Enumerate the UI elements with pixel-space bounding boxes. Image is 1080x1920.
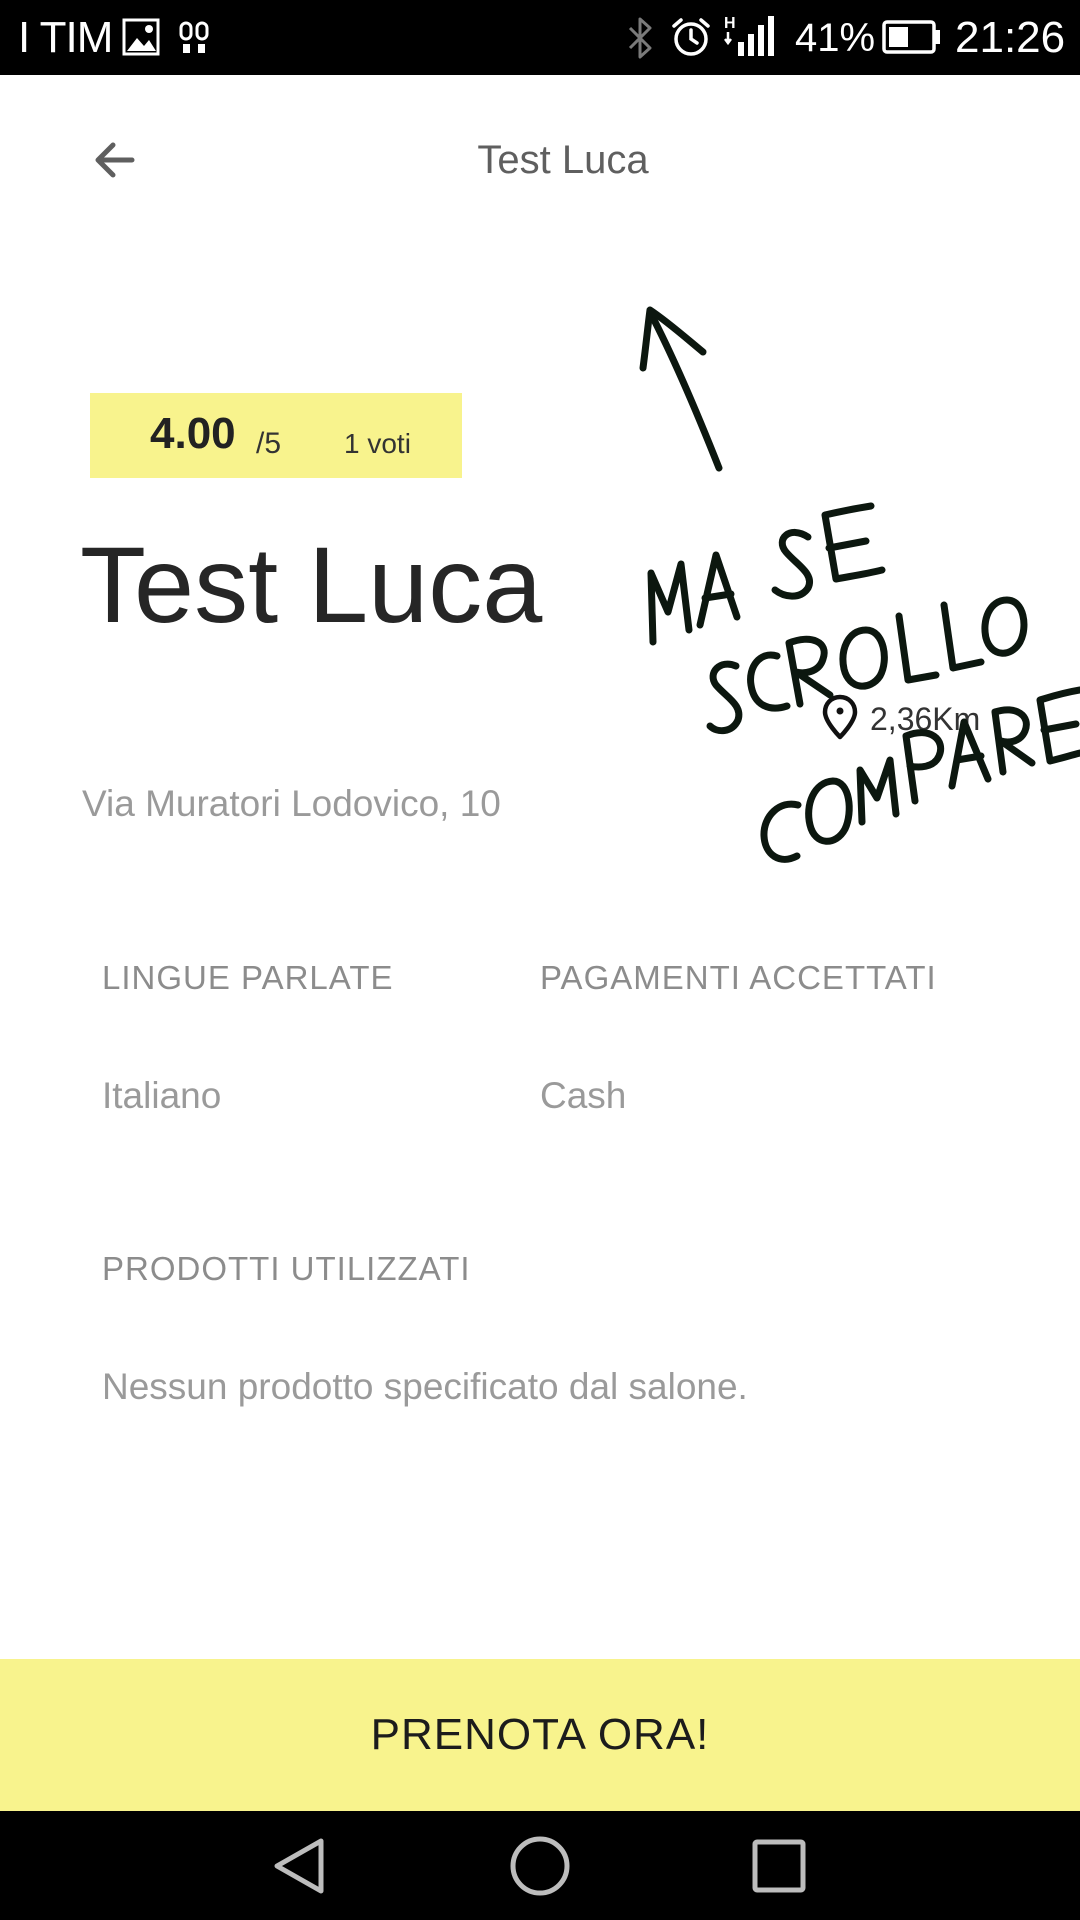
gallery-icon — [122, 18, 160, 56]
clock: 21:26 — [955, 13, 1066, 62]
languages-value: Italiano — [102, 1075, 222, 1116]
nav-home-button[interactable] — [507, 1833, 573, 1899]
rating-score: 4.00 — [150, 409, 236, 458]
rating-votes: 1 voti — [344, 428, 411, 459]
voicemail-icon — [179, 21, 209, 53]
payments-value: Cash — [540, 1075, 627, 1116]
salon-address: Via Muratori Lodovico, 10 — [82, 783, 501, 824]
nav-back-button[interactable] — [266, 1833, 332, 1899]
app-bar-title: Test Luca — [477, 138, 649, 182]
map-pin-icon — [822, 694, 858, 740]
products-label: PRODOTTI UTILIZZATI — [102, 1250, 471, 1287]
distance-label: 2,36Km — [870, 701, 981, 737]
status-bar: I TIM H 41% 21:26 — [0, 0, 1080, 75]
carrier-name: I TIM — [18, 13, 113, 62]
book-now-label: PRENOTA ORA! — [370, 1710, 710, 1759]
nav-recents-icon — [752, 1839, 806, 1893]
book-now-button[interactable]: PRENOTA ORA! — [0, 1659, 1080, 1811]
hand-drawn-arrow-up-icon — [639, 306, 723, 472]
app-bar: Test Luca — [0, 75, 1080, 245]
products-value: Nessun prodotto specificato dal salone. — [102, 1366, 748, 1407]
battery-icon — [882, 20, 940, 54]
salon-name: Test Luca — [80, 524, 543, 645]
nav-home-icon — [510, 1836, 570, 1896]
svg-text:H: H — [724, 15, 736, 32]
annotation-line-1 — [647, 502, 886, 646]
battery-percent: 41% — [795, 16, 876, 60]
payments-label: PAGAMENTI ACCETTATI — [540, 959, 937, 996]
bluetooth-icon — [628, 17, 652, 59]
rating-max: /5 — [256, 427, 282, 460]
nav-recents-button[interactable] — [746, 1833, 812, 1899]
system-navigation-bar — [0, 1811, 1080, 1920]
rating-badge: 4.00 /5 1 voti — [90, 393, 462, 478]
alarm-icon — [672, 18, 710, 56]
nav-back-icon — [274, 1838, 324, 1894]
languages-label: LINGUE PARLATE — [102, 959, 394, 996]
signal-icon: H — [724, 15, 774, 56]
